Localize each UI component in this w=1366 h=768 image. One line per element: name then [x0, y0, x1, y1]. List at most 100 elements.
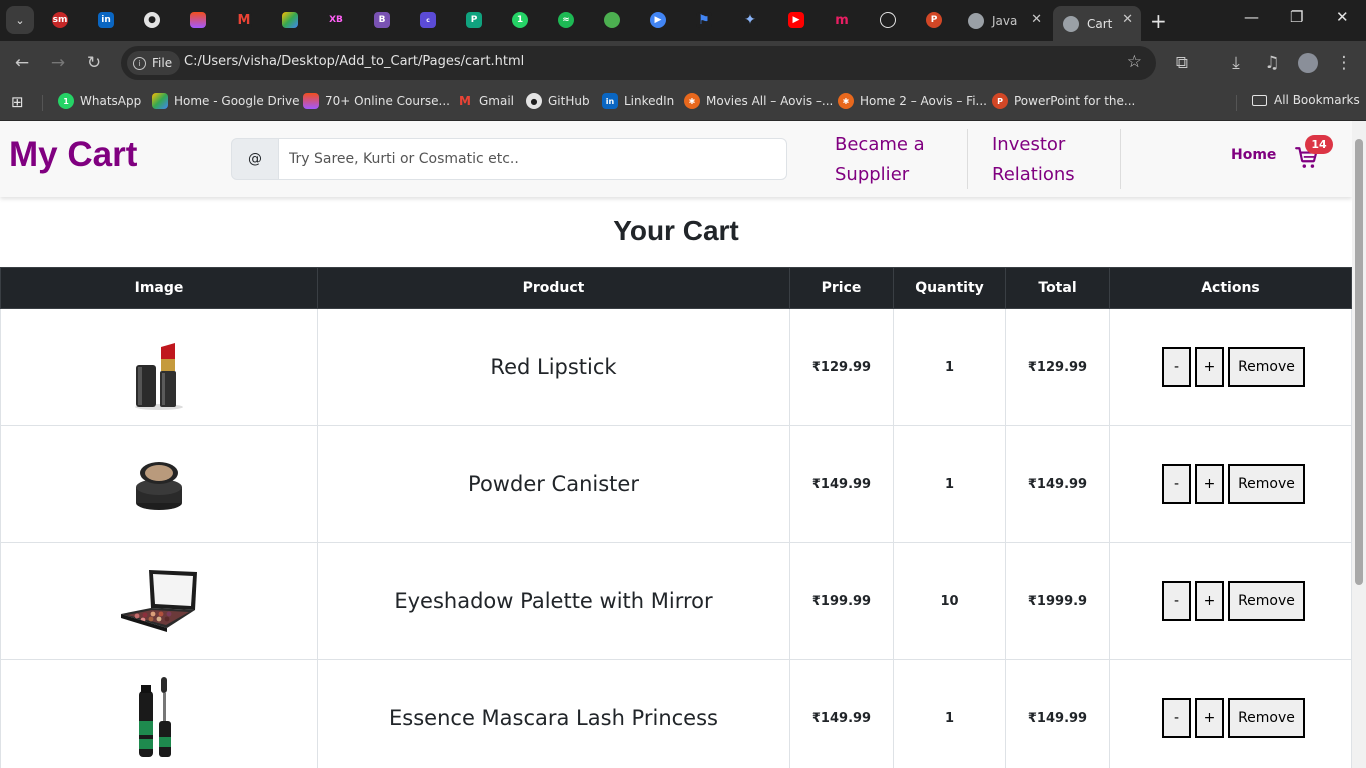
table-row: Powder Canister ₹149.99 1 ₹149.99 - + Re…: [0, 425, 1352, 543]
bootstrap-icon: B: [374, 12, 390, 28]
decrement-button[interactable]: -: [1162, 464, 1191, 504]
back-icon[interactable]: ←: [10, 51, 34, 75]
bookmark-online-course[interactable]: 70+ Online Course...: [303, 93, 450, 109]
product-name: Eyeshadow Palette with Mirror: [317, 542, 790, 660]
play-icon: ▶: [650, 12, 666, 28]
pinned-tab-green[interactable]: [601, 9, 623, 31]
product-name: Red Lipstick: [317, 308, 790, 426]
all-bookmarks-button[interactable]: All Bookmarks: [1252, 93, 1360, 107]
pinned-tab-bootstrap[interactable]: B: [371, 9, 393, 31]
tab-search-button[interactable]: ⌄: [6, 6, 34, 34]
close-icon[interactable]: ✕: [1122, 12, 1133, 27]
pinned-tab-coolors[interactable]: c: [417, 9, 439, 31]
apps-icon[interactable]: ⊞: [11, 93, 24, 111]
pinned-tab-powerpoint[interactable]: P: [923, 9, 945, 31]
menu-icon[interactable]: ⋮: [1332, 51, 1356, 75]
remove-button[interactable]: Remove: [1228, 347, 1305, 387]
bookmark-label: Gmail: [479, 94, 515, 108]
pinned-tab-gemini[interactable]: ✦: [739, 9, 761, 31]
pinned-tab-sm[interactable]: sm: [49, 9, 71, 31]
lipstick-image: [135, 343, 183, 410]
globe-icon: [968, 12, 984, 29]
became-supplier-link[interactable]: Became a Supplier: [835, 130, 925, 190]
decrement-button[interactable]: -: [1162, 347, 1191, 387]
bookmark-movies-all[interactable]: ✱ Movies All – Aovis –...: [684, 93, 833, 109]
bookmark-whatsapp[interactable]: 1 WhatsApp: [58, 93, 141, 109]
bookmark-gmail[interactable]: M Gmail: [457, 93, 514, 109]
increment-button[interactable]: +: [1195, 698, 1224, 738]
gemini-icon: ✦: [742, 12, 758, 28]
bookmark-linkedin[interactable]: in LinkedIn: [602, 93, 674, 109]
pinned-tab-github[interactable]: ●: [141, 9, 163, 31]
brand-logo[interactable]: My Cart: [9, 135, 137, 175]
remove-button[interactable]: Remove: [1228, 698, 1305, 738]
investor-relations-link[interactable]: Investor Relations: [992, 130, 1075, 190]
linkedin-icon: in: [602, 93, 618, 109]
copilot-icon: P: [466, 12, 482, 28]
column-header: Total: [1005, 267, 1110, 309]
price-cell: ₹149.99: [789, 425, 894, 543]
site-info-chip[interactable]: i File: [127, 51, 181, 75]
column-header: Image: [0, 267, 318, 309]
pinned-tab-flag[interactable]: ⚑: [693, 9, 715, 31]
decrement-button[interactable]: -: [1162, 698, 1191, 738]
product-name: Powder Canister: [317, 425, 790, 543]
page-scrollbar[interactable]: [1352, 121, 1366, 768]
pinned-tab-spotify[interactable]: ≈: [555, 9, 577, 31]
forward-icon[interactable]: →: [46, 51, 70, 75]
pinned-tab-linkedin[interactable]: in: [95, 9, 117, 31]
pinned-tab-whatsapp[interactable]: 1: [509, 9, 531, 31]
tab-java[interactable]: Java ✕: [958, 6, 1050, 35]
increment-button[interactable]: +: [1195, 464, 1224, 504]
nav-link-line: Supplier: [835, 164, 910, 185]
maximize-icon[interactable]: ❐: [1290, 8, 1303, 26]
scrollbar-thumb[interactable]: [1355, 139, 1363, 585]
new-tab-button[interactable]: +: [1150, 9, 1167, 33]
pinned-tab-play[interactable]: ▶: [647, 9, 669, 31]
site-navbar: My Cart @ Became a Supplier Investor Rel…: [0, 121, 1352, 197]
bookmark-divider: [42, 95, 43, 111]
close-icon[interactable]: ✕: [1031, 12, 1042, 27]
increment-button[interactable]: +: [1195, 347, 1224, 387]
tab-cart[interactable]: Cart ✕: [1053, 6, 1141, 41]
profile-avatar[interactable]: [1296, 51, 1320, 75]
decrement-button[interactable]: -: [1162, 581, 1191, 621]
search-input[interactable]: [279, 138, 787, 180]
pinned-tab-chatgpt[interactable]: [877, 9, 899, 31]
home-link[interactable]: Home: [1231, 147, 1276, 163]
remove-button[interactable]: Remove: [1228, 464, 1305, 504]
url-text[interactable]: C:/Users/visha/Desktop/Add_to_Cart/Pages…: [184, 54, 524, 69]
column-header: Actions: [1109, 267, 1352, 309]
pinned-tab-m[interactable]: m: [831, 9, 853, 31]
bookmark-label: 70+ Online Course...: [325, 94, 450, 108]
pinned-tab-gmail[interactable]: M: [233, 9, 255, 31]
remove-button[interactable]: Remove: [1228, 581, 1305, 621]
reload-icon[interactable]: ↻: [82, 51, 106, 75]
media-control-icon[interactable]: ♫: [1260, 51, 1284, 75]
bookmark-powerpoint[interactable]: P PowerPoint for the...: [992, 93, 1135, 109]
quantity-cell: 1: [893, 659, 1006, 768]
download-icon[interactable]: ⤓: [1224, 51, 1248, 75]
youtube-icon: ▶: [788, 12, 804, 28]
pinned-tab-xd[interactable]: XB: [325, 9, 347, 31]
extensions-icon[interactable]: ⧉: [1170, 51, 1194, 75]
increment-button[interactable]: +: [1195, 581, 1224, 621]
total-cell: ₹129.99: [1005, 308, 1110, 426]
address-bar[interactable]: i File C:/Users/visha/Desktop/Add_to_Car…: [121, 46, 1156, 80]
tab-title: Cart: [1087, 16, 1113, 31]
table-header-row: Image Product Price Quantity Total Actio…: [0, 267, 1352, 309]
bookmark-home-2[interactable]: ✱ Home 2 – Aovis – Fi...: [838, 93, 987, 109]
search-group: @: [231, 138, 787, 180]
bookmark-github[interactable]: ● GitHub: [526, 93, 590, 109]
pinned-tab-figma[interactable]: [187, 9, 209, 31]
close-window-icon[interactable]: ✕: [1336, 8, 1349, 26]
minimize-icon[interactable]: —: [1244, 8, 1259, 26]
powerpoint-icon: P: [926, 12, 942, 28]
pinned-tab-copilot[interactable]: P: [463, 9, 485, 31]
pinned-tab-youtube[interactable]: ▶: [785, 9, 807, 31]
bookmark-star-icon[interactable]: ☆: [1127, 52, 1142, 72]
bookmark-google-drive[interactable]: Home - Google Drive: [152, 93, 300, 109]
film-reel-icon: ✱: [838, 93, 854, 109]
film-reel-icon: ✱: [684, 93, 700, 109]
pinned-tab-drive[interactable]: [279, 9, 301, 31]
